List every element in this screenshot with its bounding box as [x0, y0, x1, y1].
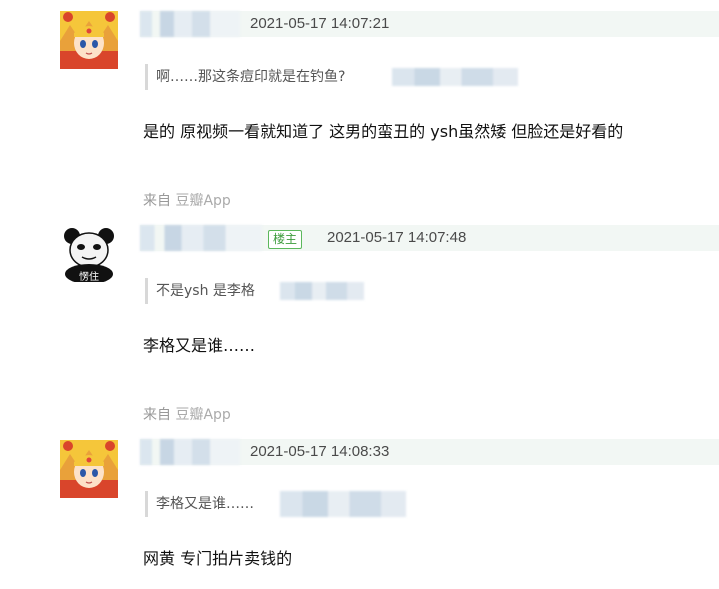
quoted-reply: 李格又是谁…… [145, 491, 254, 517]
comment-text: 网黄 专门拍片卖钱的 [143, 549, 293, 568]
comment-text: 是的 原视频一看就知道了 这男的蛮丑的 ysh虽然矮 但脸还是好看的 [143, 122, 624, 141]
quote-author-blurred[interactable] [280, 282, 364, 300]
quote-text: 啊……那这条痘印就是在钓鱼? [156, 69, 346, 85]
comment-time: 2021-05-17 14:08:33 [250, 443, 390, 460]
comment-time: 2021-05-17 14:07:48 [327, 229, 467, 246]
username-blurred[interactable] [140, 439, 240, 465]
comment-source: 来自 豆瓣App [143, 404, 231, 424]
comment-source: 来自 豆瓣App [143, 190, 231, 210]
comment-time: 2021-05-17 14:07:21 [250, 15, 390, 32]
panda-meme-avatar-icon: 愣住 [60, 224, 118, 282]
source-app-link[interactable]: 豆瓣App [175, 193, 230, 209]
avatar[interactable] [60, 440, 118, 498]
avatar-caption: 愣住 [79, 270, 99, 282]
anime-girl-avatar-icon [60, 11, 118, 69]
source-prefix: 来自 [143, 193, 171, 209]
comment-header: 2021-05-17 14:08:33 [140, 439, 719, 465]
op-badge: 楼主 [268, 230, 303, 249]
quote-author-blurred[interactable] [392, 68, 518, 86]
quote-text: 不是ysh 是李格 [156, 283, 255, 299]
comment-header: 2021-05-17 14:07:21 [140, 11, 719, 37]
source-app-link[interactable]: 豆瓣App [175, 407, 230, 423]
source-prefix: 来自 [143, 407, 171, 423]
username-blurred[interactable] [140, 11, 240, 37]
username-blurred[interactable] [140, 225, 262, 251]
anime-girl-avatar-icon [60, 440, 118, 498]
quoted-reply: 不是ysh 是李格 [145, 278, 255, 304]
avatar[interactable]: 愣住 [60, 224, 118, 282]
quote-text: 李格又是谁…… [156, 496, 254, 512]
comment-text: 李格又是谁…… [143, 336, 256, 355]
avatar[interactable] [60, 11, 118, 69]
quote-author-blurred[interactable] [280, 491, 406, 517]
quoted-reply: 啊……那这条痘印就是在钓鱼? [145, 64, 345, 90]
comment-header: 楼主 2021-05-17 14:07:48 [140, 225, 719, 251]
